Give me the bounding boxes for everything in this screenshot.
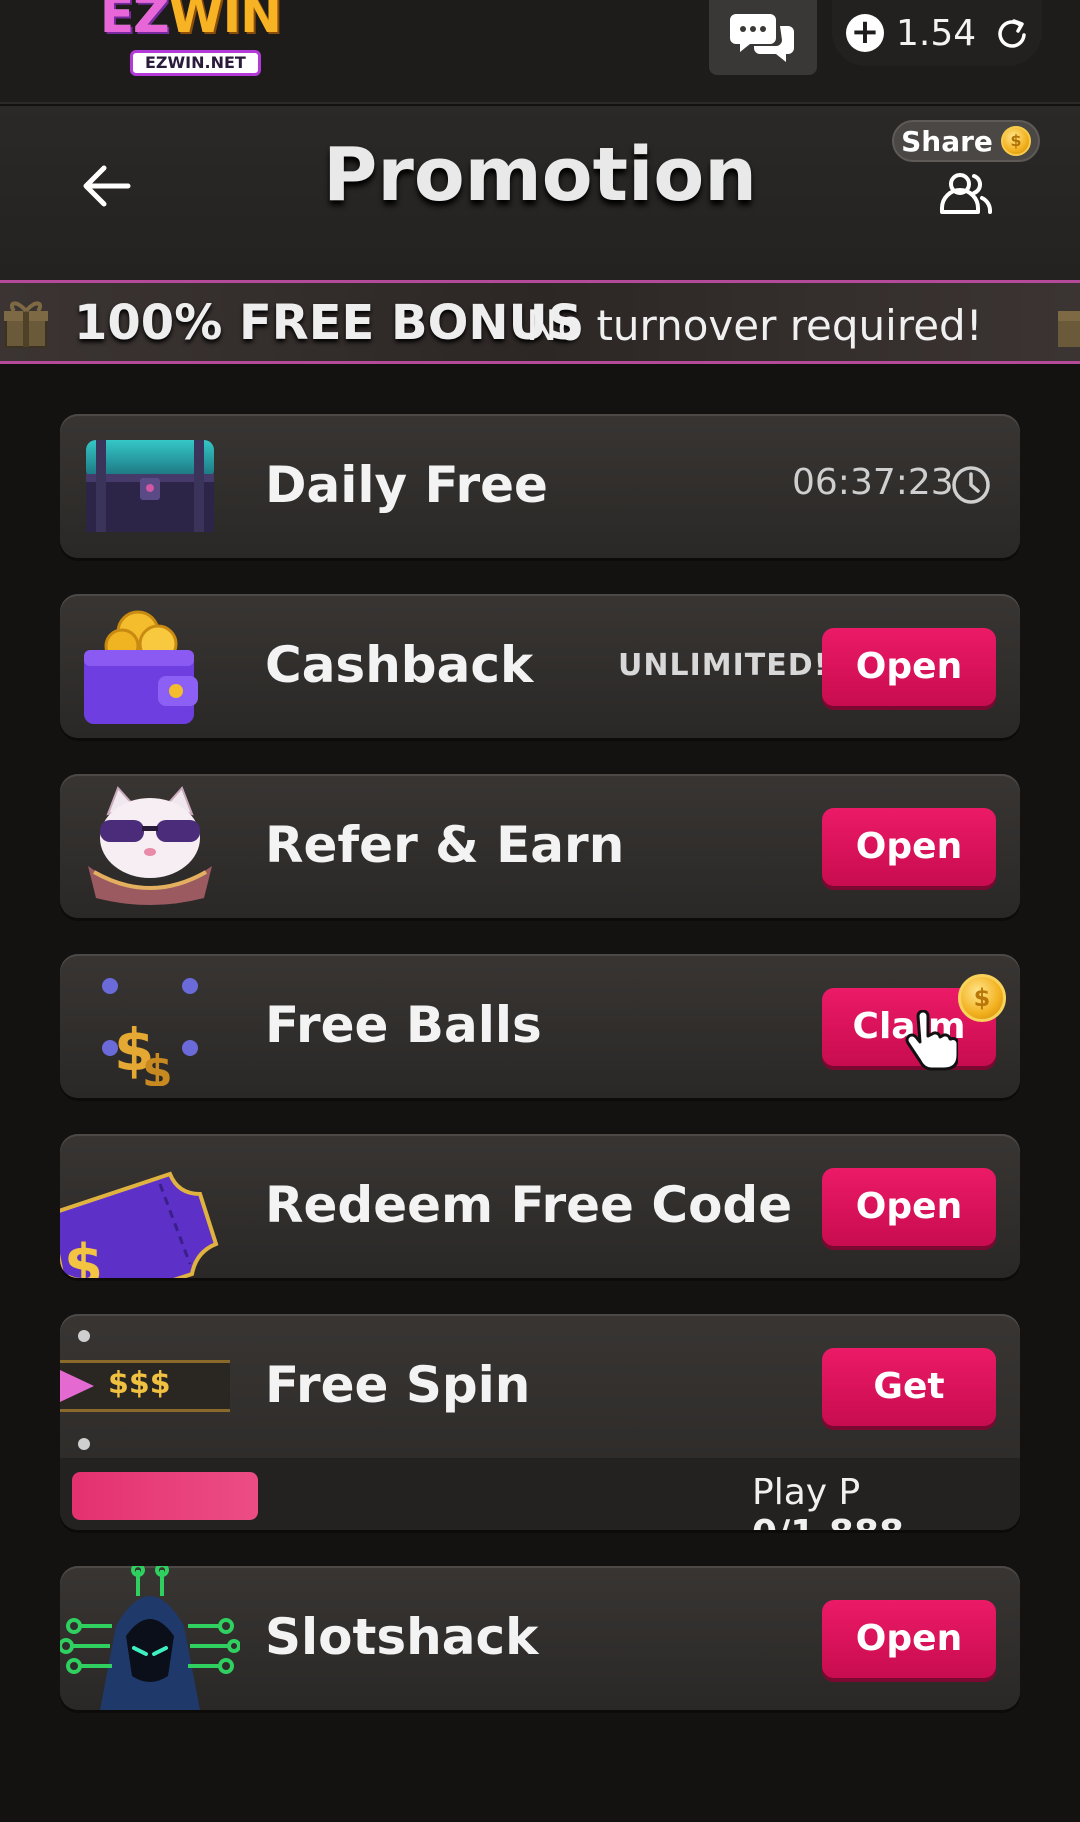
page-header: Promotion Share $: [0, 106, 1080, 282]
promo-title: Cashback: [265, 636, 534, 694]
promo-title: Free Spin: [265, 1356, 531, 1414]
share-label: Share: [901, 124, 993, 158]
free-spin-progress-row: Play P 0/1,888: [60, 1458, 1020, 1530]
ticket-image: $: [60, 1134, 220, 1278]
slot-reel-image: $$$: [60, 1314, 230, 1458]
promo-card-free-balls[interactable]: $ $ Free Balls Claim $: [60, 954, 1020, 1098]
gift-icon: [1058, 297, 1080, 355]
logo-wordmark: EZWIN: [100, 0, 282, 44]
balance-value: 1.54: [896, 12, 977, 54]
countdown-timer: 06:37:23: [792, 462, 954, 503]
lucky-cat-image: [80, 786, 220, 906]
promo-title: Daily Free: [265, 456, 548, 514]
hand-cursor-icon: [900, 1009, 960, 1076]
gift-icon: [2, 297, 50, 355]
open-button[interactable]: Open: [822, 808, 996, 886]
chat-button[interactable]: [709, 0, 817, 75]
promo-card-slotshack[interactable]: Slotshack Open: [60, 1566, 1020, 1710]
promo-card-daily-free[interactable]: Daily Free 06:37:23: [60, 414, 1020, 558]
clock-icon: [950, 464, 992, 510]
promo-title: Free Balls: [265, 996, 542, 1054]
progress-bar: [72, 1472, 258, 1520]
slot-reel-text: $$$: [108, 1366, 171, 1401]
promo-card-free-spin[interactable]: $$$ Free Spin Get Play P 0/1,888: [60, 1314, 1020, 1530]
people-icon[interactable]: [936, 172, 996, 220]
play-progress-text: Play P 0/1,888: [752, 1472, 1020, 1530]
progress-fill: [72, 1472, 258, 1520]
svg-text:$: $: [64, 1233, 103, 1278]
promo-card-refer-earn[interactable]: Refer & Earn Open: [60, 774, 1020, 918]
svg-text:$: $: [142, 1046, 173, 1086]
treasure-chest-image: [80, 426, 220, 546]
promo-title: Refer & Earn: [265, 816, 625, 874]
share-button[interactable]: Share $: [892, 120, 1040, 162]
open-button[interactable]: Open: [822, 1600, 996, 1678]
banner-headline: 100% FREE BONUS: [74, 295, 583, 351]
top-bar: EZWIN EZWIN.NET + 1.54: [0, 0, 1080, 104]
play-prefix: Play P: [752, 1472, 861, 1513]
promo-card-cashback[interactable]: Cashback UNLIMITED! Open: [60, 594, 1020, 738]
bonus-banner: 100% FREE BONUS No turnover required!: [0, 280, 1080, 364]
refresh-icon[interactable]: [994, 15, 1030, 51]
unlimited-tag: UNLIMITED!: [618, 648, 829, 683]
get-button[interactable]: Get: [822, 1348, 996, 1426]
hacker-image: [60, 1566, 241, 1710]
logo-tagline: EZWIN.NET: [130, 50, 261, 76]
promo-card-redeem-code[interactable]: $ Redeem Free Code Open: [60, 1134, 1020, 1278]
open-button[interactable]: Open: [822, 1168, 996, 1246]
brand-logo[interactable]: EZWIN EZWIN.NET: [100, 0, 300, 80]
balance-pill: + 1.54: [832, 0, 1042, 66]
wallet-coins-image: [80, 606, 220, 726]
chat-icon: [730, 13, 794, 62]
play-value: 0/1,888: [752, 1513, 904, 1530]
coin-icon: $: [958, 974, 1006, 1022]
promo-title: Redeem Free Code: [265, 1176, 793, 1234]
open-button[interactable]: Open: [822, 628, 996, 706]
coin-icon: $: [1000, 126, 1031, 156]
plus-icon[interactable]: +: [846, 14, 884, 52]
dollar-balls-image: $ $: [80, 966, 220, 1097]
banner-subtext: No turnover required!: [526, 301, 983, 350]
promo-title: Slotshack: [265, 1608, 539, 1666]
